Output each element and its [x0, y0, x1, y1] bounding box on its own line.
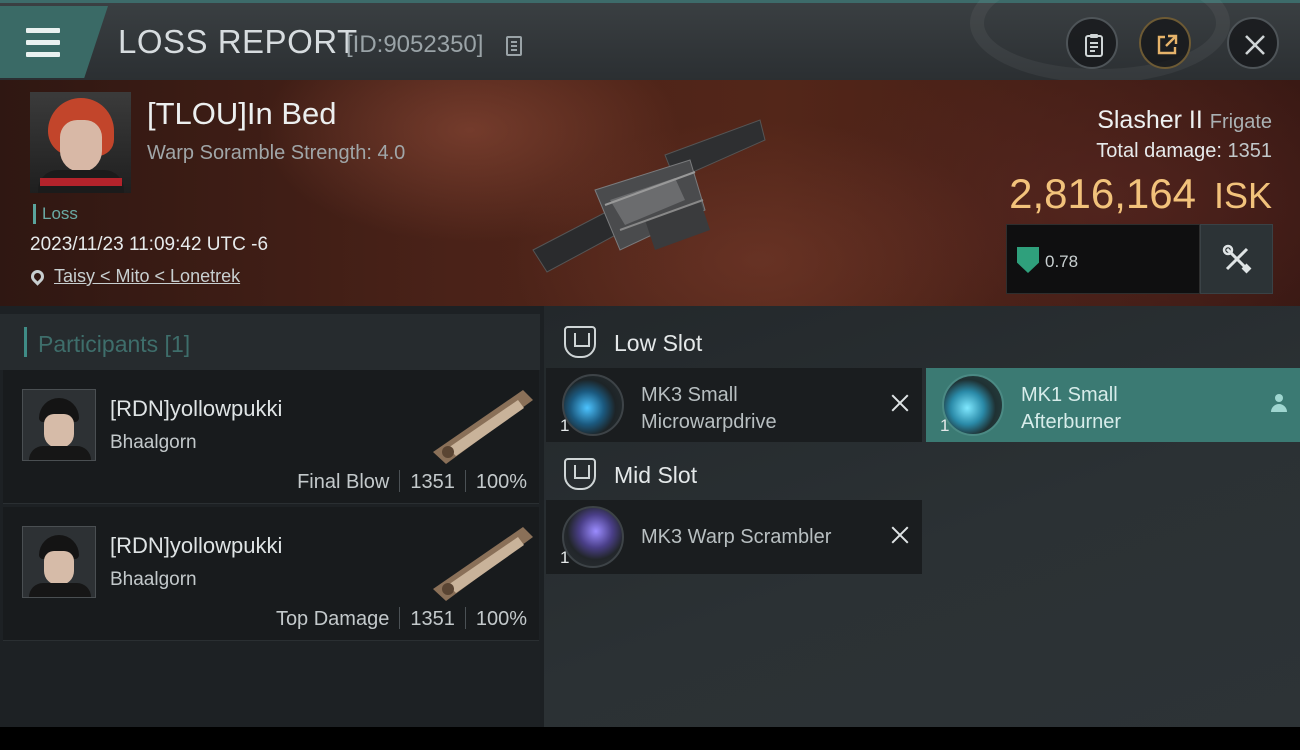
status-badge: Loss	[33, 204, 78, 224]
scramble-strength: Warp Soramble Strength: 4.0	[147, 142, 406, 164]
module-name: MK3 Warp Scrambler	[641, 526, 832, 548]
mid-slot-icon	[564, 458, 596, 490]
victim-name[interactable]: [TLOU]In Bed	[147, 96, 337, 132]
low-slot-header: Low Slot	[544, 312, 1300, 368]
fitting-panel: Low Slot 1 MK3 Small Microwarpdrive 1 MK…	[544, 306, 1300, 727]
top-bar: LOSS REPORT [ID:9052350]	[0, 0, 1300, 83]
participant-stats: Top Damage 1351 100%	[275, 607, 527, 630]
total-damage: Total damage: 1351	[1096, 140, 1272, 162]
module-slot[interactable]: 1 MK1 Small Afterburner	[926, 368, 1300, 442]
victim-summary: [TLOU]In Bed Warp Soramble Strength: 4.0…	[0, 80, 1300, 306]
share-icon	[1157, 34, 1178, 55]
ship-class: Frigate	[1209, 111, 1272, 133]
victim-ship-image	[532, 119, 766, 273]
ship-name: Slasher II	[1097, 106, 1203, 134]
participant-avatar[interactable]	[22, 389, 96, 461]
security-value: 0.78	[1045, 252, 1079, 271]
copy-icon[interactable]	[506, 36, 522, 56]
participant-ship-image	[433, 390, 533, 464]
victim-avatar[interactable]	[30, 92, 131, 193]
participant-name: [RDN]yollowpukki	[110, 396, 283, 421]
dropped-user-icon	[1270, 394, 1288, 414]
ship-type: Slasher II Frigate	[1097, 106, 1272, 135]
destroyed-icon	[890, 393, 910, 413]
module-quantity: 1	[560, 416, 570, 435]
bottom-bar	[0, 727, 1300, 750]
participant-stats: Final Blow 1351 100%	[297, 470, 527, 493]
participants-panel: Participants [1] [RDN]yollowpukki Bhaalg…	[0, 306, 540, 727]
participant-ship: Bhaalgorn	[110, 569, 197, 590]
participant-name: [RDN]yollowpukki	[110, 533, 283, 558]
fitting-button[interactable]	[1200, 224, 1273, 294]
warp-scrambler-icon	[562, 506, 624, 568]
participant-card[interactable]: [RDN]yollowpukki Bhaalgorn Top Damage 135…	[3, 507, 539, 641]
module-name: MK3 Small Microwarpdrive	[641, 384, 777, 433]
afterburner-icon	[942, 374, 1004, 436]
participant-avatar[interactable]	[22, 526, 96, 598]
report-id: [ID:9052350]	[346, 31, 484, 58]
destroyed-icon	[890, 525, 910, 545]
module-name: MK1 Small Afterburner	[1021, 384, 1122, 433]
module-slot[interactable]: 1 MK3 Warp Scrambler	[546, 500, 922, 574]
module-quantity: 1	[940, 416, 950, 435]
security-status-box: 0.78	[1006, 224, 1200, 294]
tools-icon	[1222, 244, 1252, 274]
share-button[interactable]	[1139, 17, 1191, 69]
clipboard-icon	[1085, 34, 1103, 57]
security-shield-icon	[1017, 247, 1039, 273]
participants-header: Participants [1]	[0, 314, 540, 370]
participant-card[interactable]: [RDN]yollowpukki Bhaalgorn Final Blow 135…	[3, 370, 539, 504]
clipboard-button[interactable]	[1066, 17, 1118, 69]
details-area: Participants [1] [RDN]yollowpukki Bhaalg…	[0, 306, 1300, 727]
participant-ship-image	[433, 527, 533, 601]
module-slot[interactable]: 1 MK3 Small Microwarpdrive	[546, 368, 922, 442]
low-slot-icon	[564, 326, 596, 358]
location-pin-icon	[28, 267, 47, 286]
module-quantity: 1	[560, 548, 570, 567]
page-title: LOSS REPORT	[118, 23, 358, 60]
loss-datetime: 2023/11/23 11:09:42 UTC -6	[30, 234, 269, 255]
menu-icon	[26, 28, 60, 57]
participant-ship: Bhaalgorn	[110, 432, 197, 453]
microwarpdrive-icon	[562, 374, 624, 436]
location-link[interactable]: Taisy < Mito < Lonetrek	[28, 266, 240, 287]
isk-value: 2,816,164 ISK	[1009, 170, 1272, 217]
close-button[interactable]	[1227, 17, 1279, 69]
mid-slot-header: Mid Slot	[544, 444, 1300, 500]
close-icon	[1245, 35, 1265, 55]
menu-button[interactable]	[0, 6, 108, 78]
